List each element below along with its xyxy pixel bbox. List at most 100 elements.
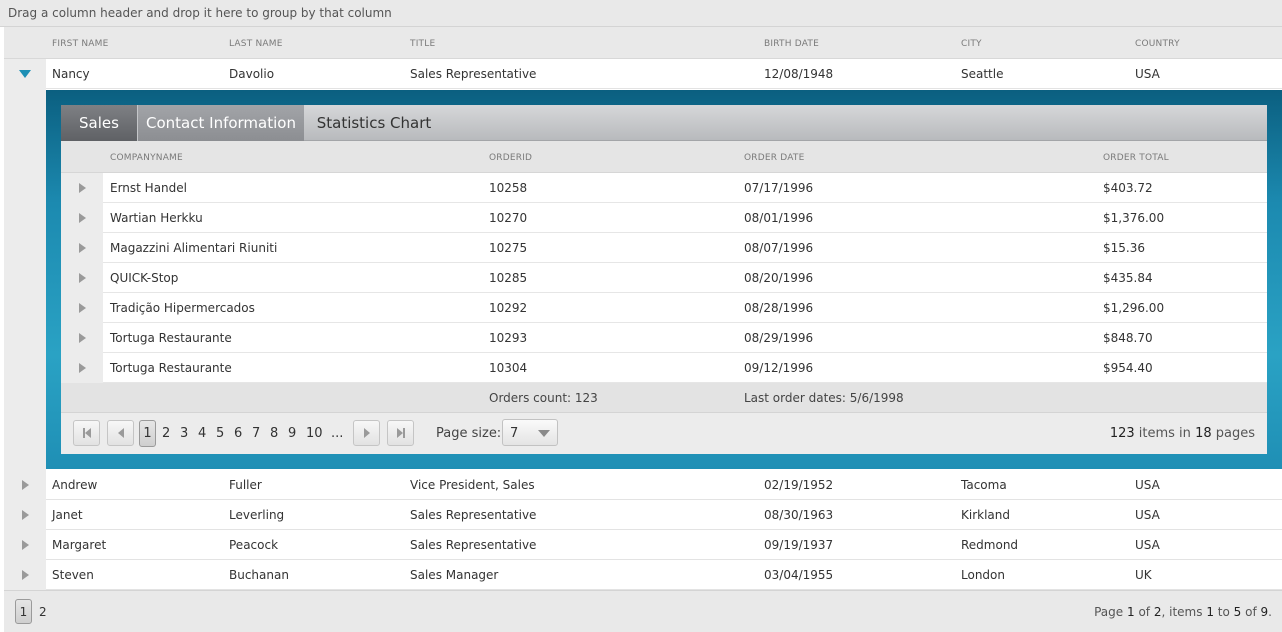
table-row[interactable]: Margaret Peacock Sales Representative 09… bbox=[21, 530, 1282, 560]
table-row[interactable]: Janet Leverling Sales Representative 08/… bbox=[21, 500, 1282, 530]
expand-row-button[interactable] bbox=[4, 500, 46, 530]
expand-row-button[interactable] bbox=[61, 203, 103, 233]
page-number-5[interactable]: 5 bbox=[216, 426, 224, 441]
cell-title: Sales Representative bbox=[410, 67, 537, 81]
table-row[interactable]: QUICK-Stop 10285 08/20/1996 $435.84 bbox=[78, 263, 1267, 293]
expand-row-button[interactable] bbox=[4, 530, 46, 560]
last-page-button[interactable] bbox=[387, 420, 414, 446]
column-header-orderid[interactable]: ORDERID bbox=[489, 153, 532, 163]
cell-city: Seattle bbox=[961, 67, 1004, 81]
cell-order-total: $15.36 bbox=[1103, 241, 1145, 255]
cell-first-name: Janet bbox=[52, 508, 83, 522]
orders-count: Orders count: 123 bbox=[489, 391, 598, 405]
cell-birth-date: 03/04/1955 bbox=[764, 568, 834, 582]
expand-row-button[interactable] bbox=[61, 173, 103, 203]
column-header-country[interactable]: COUNTRY bbox=[1135, 39, 1180, 49]
table-row[interactable]: Magazzini Alimentari Riuniti 10275 08/07… bbox=[78, 233, 1267, 263]
cell-country: UK bbox=[1135, 568, 1152, 582]
expand-row-button[interactable] bbox=[61, 263, 103, 293]
column-header-birth-date[interactable]: BIRTH DATE bbox=[764, 39, 819, 49]
expand-row-button[interactable] bbox=[61, 293, 103, 323]
page-number-7[interactable]: 7 bbox=[252, 426, 260, 441]
cell-first-name: Andrew bbox=[52, 478, 98, 492]
expand-row-button[interactable] bbox=[61, 233, 103, 263]
tab-statistics-chart[interactable]: Statistics Chart bbox=[304, 105, 444, 141]
page-number-1[interactable]: 1 bbox=[15, 599, 32, 624]
page-number-4[interactable]: 4 bbox=[198, 426, 206, 441]
caret-right-icon bbox=[21, 570, 29, 580]
cell-order-date: 08/01/1996 bbox=[744, 211, 814, 225]
table-row[interactable]: Tradição Hipermercados 10292 08/28/1996 … bbox=[78, 293, 1267, 323]
table-row[interactable]: Ernst Handel 10258 07/17/1996 $403.72 bbox=[78, 173, 1267, 203]
page-number-2[interactable]: 2 bbox=[39, 605, 47, 619]
page-size-dropdown[interactable]: 7 bbox=[502, 419, 558, 446]
cell-country: USA bbox=[1135, 478, 1160, 492]
expand-row-button[interactable] bbox=[4, 470, 46, 500]
page-number-6[interactable]: 6 bbox=[234, 426, 242, 441]
master-grid-header: FIRST NAME LAST NAME TITLE BIRTH DATE CI… bbox=[4, 27, 1282, 59]
expand-row-button[interactable] bbox=[61, 323, 103, 353]
caret-right-icon bbox=[78, 333, 86, 343]
column-header-order-total[interactable]: ORDER TOTAL bbox=[1103, 153, 1169, 163]
orders-grid-header: COMPANYNAME ORDERID ORDER DATE ORDER TOT… bbox=[61, 141, 1267, 173]
caret-right-icon bbox=[78, 213, 86, 223]
previous-page-button[interactable] bbox=[107, 420, 134, 446]
cell-order-total: $435.84 bbox=[1103, 271, 1153, 285]
page-number-3[interactable]: 3 bbox=[180, 426, 188, 441]
column-header-city[interactable]: CITY bbox=[961, 39, 982, 49]
column-header-first-name[interactable]: FIRST NAME bbox=[52, 39, 109, 49]
column-header-last-name[interactable]: LAST NAME bbox=[229, 39, 283, 49]
group-panel[interactable]: Drag a column header and drop it here to… bbox=[0, 0, 1282, 27]
caret-down-icon bbox=[19, 70, 31, 78]
last-page-icon bbox=[402, 428, 405, 438]
expand-row-button[interactable] bbox=[4, 560, 46, 590]
column-header-companyname[interactable]: COMPANYNAME bbox=[110, 153, 183, 163]
column-header-order-date[interactable]: ORDER DATE bbox=[744, 153, 804, 163]
cell-first-name: Steven bbox=[52, 568, 94, 582]
cell-title: Sales Representative bbox=[410, 508, 537, 522]
cell-order-date: 08/28/1996 bbox=[744, 301, 814, 315]
table-row[interactable]: Andrew Fuller Vice President, Sales 02/1… bbox=[21, 470, 1282, 500]
cell-first-name: Margaret bbox=[52, 538, 107, 552]
expand-row-button[interactable] bbox=[61, 353, 103, 383]
master-pager: 1 2 Page 1 of 2, items 1 to 5 of 9. bbox=[4, 590, 1282, 632]
next-page-button[interactable] bbox=[353, 420, 380, 446]
cell-city: London bbox=[961, 568, 1005, 582]
table-row[interactable]: Wartian Herkku 10270 08/01/1996 $1,376.0… bbox=[78, 203, 1267, 233]
page-number-2[interactable]: 2 bbox=[162, 426, 170, 441]
more-pages[interactable]: ... bbox=[331, 426, 343, 441]
cell-birth-date: 08/30/1963 bbox=[764, 508, 834, 522]
table-row[interactable]: Steven Buchanan Sales Manager 03/04/1955… bbox=[21, 560, 1282, 590]
cell-order-date: 08/07/1996 bbox=[744, 241, 814, 255]
total-items: 123 bbox=[1109, 426, 1135, 441]
tab-sales[interactable]: Sales bbox=[61, 105, 137, 141]
caret-right-icon bbox=[78, 363, 86, 373]
page-number-8[interactable]: 8 bbox=[270, 426, 278, 441]
last-order-date: Last order dates: 5/6/1998 bbox=[744, 391, 904, 405]
cell-orderid: 10275 bbox=[489, 241, 528, 255]
cell-orderid: 10293 bbox=[489, 331, 528, 345]
cell-company: Magazzini Alimentari Riuniti bbox=[110, 241, 278, 255]
page-number-1[interactable]: 1 bbox=[139, 420, 156, 447]
cell-birth-date: 12/08/1948 bbox=[764, 67, 834, 81]
first-page-button[interactable] bbox=[73, 420, 100, 446]
cell-order-date: 07/17/1996 bbox=[744, 181, 814, 195]
current-page: 1 bbox=[1126, 605, 1135, 619]
table-row[interactable]: Nancy Davolio Sales Representative 12/08… bbox=[19, 59, 1282, 89]
cell-orderid: 10258 bbox=[489, 181, 528, 195]
cell-order-total: $954.40 bbox=[1103, 361, 1153, 375]
pager-info: 123 items in 18 pages bbox=[1110, 426, 1255, 441]
page-size-label: Page size: bbox=[436, 426, 502, 441]
item-to: 5 bbox=[1233, 605, 1242, 619]
table-row[interactable]: Tortuga Restaurante 10293 08/29/1996 $84… bbox=[78, 323, 1267, 353]
collapse-row-button[interactable] bbox=[4, 59, 46, 89]
pages-text: pages bbox=[1215, 426, 1255, 441]
tab-contact-information[interactable]: Contact Information bbox=[137, 105, 304, 141]
items-in-text: items in bbox=[1138, 426, 1191, 441]
page-number-10[interactable]: 10 bbox=[306, 426, 323, 441]
column-header-title[interactable]: TITLE bbox=[410, 39, 435, 49]
arrow-left-icon bbox=[117, 428, 124, 438]
table-row[interactable]: Tortuga Restaurante 10304 09/12/1996 $95… bbox=[78, 353, 1267, 383]
page-number-9[interactable]: 9 bbox=[288, 426, 296, 441]
items-word: , items bbox=[1161, 605, 1203, 619]
